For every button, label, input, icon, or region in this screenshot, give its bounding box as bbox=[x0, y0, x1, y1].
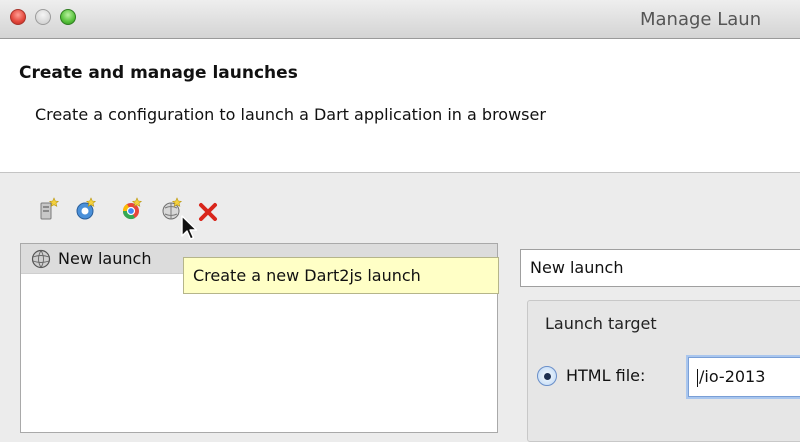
dialog-subtitle: Create a configuration to launch a Dart … bbox=[35, 105, 546, 124]
html-file-label: HTML file: bbox=[566, 366, 646, 385]
new-chrome-launch-icon[interactable] bbox=[75, 197, 97, 221]
window-title: Manage Laun bbox=[640, 9, 762, 30]
mouse-cursor-icon bbox=[181, 215, 198, 240]
list-item-label: New launch bbox=[58, 249, 152, 268]
tooltip: Create a new Dart2js launch bbox=[183, 257, 499, 294]
minimize-window-button[interactable] bbox=[35, 9, 51, 25]
launch-name-field[interactable]: New launch bbox=[520, 249, 800, 287]
new-server-launch-icon[interactable] bbox=[38, 197, 60, 221]
html-file-radio[interactable] bbox=[537, 366, 557, 386]
dialog-header: Create and manage launches Create a conf… bbox=[0, 39, 800, 173]
html-file-path-value: /io-2013 bbox=[699, 367, 766, 386]
zoom-window-button[interactable] bbox=[60, 9, 76, 25]
window-titlebar: Manage Laun bbox=[0, 0, 800, 39]
close-window-button[interactable] bbox=[10, 9, 26, 25]
text-caret bbox=[697, 368, 698, 387]
launch-target-label: Launch target bbox=[545, 314, 657, 333]
html-file-path-field[interactable]: /io-2013 bbox=[688, 357, 800, 397]
new-chrome-app-launch-icon[interactable] bbox=[121, 197, 143, 221]
dialog-title: Create and manage launches bbox=[19, 63, 298, 83]
globe-icon bbox=[31, 249, 51, 269]
delete-launch-icon[interactable] bbox=[197, 197, 219, 221]
